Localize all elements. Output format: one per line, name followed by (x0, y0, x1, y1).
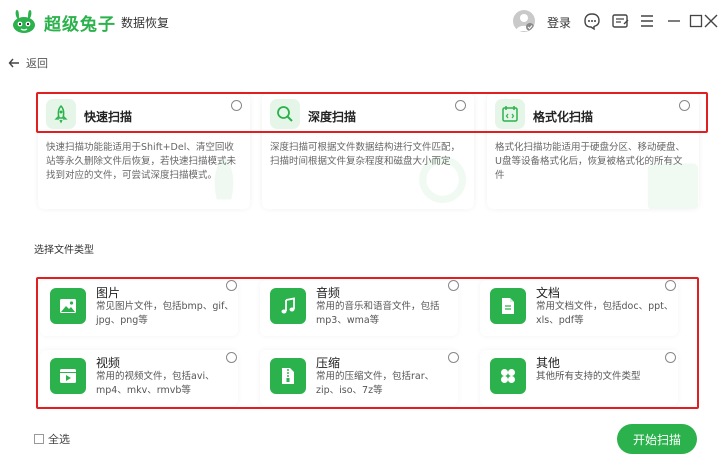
minimize-icon[interactable] (664, 11, 684, 31)
close-icon[interactable] (701, 11, 720, 31)
image-icon (50, 288, 86, 324)
file-type-description: 常用的压缩文件，包括rar、zip、iso、7z等 (316, 371, 435, 396)
file-type-title: 图片 (96, 286, 121, 300)
file-type-card-archive[interactable]: 压缩 常用的压缩文件，包括rar、zip、iso、7z等 (260, 350, 459, 406)
app-brand: 超级兔子 (44, 15, 116, 35)
file-type-radio-video[interactable] (226, 352, 237, 363)
back-label: 返回 (26, 57, 48, 70)
support-chat-icon[interactable] (582, 11, 602, 31)
file-type-card-video[interactable]: 视频 常用的视频文件，包括avi、mp4、mkv、rmvb等 (40, 350, 238, 406)
select-all-checkbox[interactable]: 全选 (34, 431, 70, 447)
login-link[interactable]: 登录 (547, 14, 571, 31)
four-leaf-icon (490, 358, 526, 394)
app-subtitle: 数据恢复 (121, 16, 170, 30)
feedback-icon[interactable] (610, 11, 630, 31)
select-all-label: 全选 (48, 433, 70, 446)
scan-mode-title: 格式化扫描 (533, 110, 594, 124)
file-type-radio-image[interactable] (226, 280, 237, 291)
user-avatar-icon[interactable] (513, 10, 535, 32)
file-type-card-other[interactable]: 其他 其他所有支持的文件类型 (480, 350, 678, 406)
magnifier-icon (270, 99, 300, 129)
menu-icon[interactable] (637, 11, 657, 31)
file-type-title: 文档 (536, 286, 561, 300)
scan-mode-radio-format[interactable] (679, 100, 690, 111)
file-type-radio-other[interactable] (665, 352, 676, 363)
title-bar: 超级兔子 数据恢复 登录 (0, 0, 720, 42)
file-type-radio-audio[interactable] (448, 280, 459, 291)
document-icon (490, 288, 526, 324)
arrow-left-icon (8, 58, 19, 68)
magnifier-watermark-icon (419, 156, 466, 203)
start-scan-button[interactable]: 开始扫描 (617, 424, 697, 454)
scan-mode-card-format[interactable]: 格式化扫描 格式化扫描功能适用于硬盘分区、移动硬盘、U盘等设备格式化后，恢复被格… (487, 93, 699, 209)
music-note-icon (270, 288, 306, 324)
file-type-description: 常见图片文件，包括bmp、gif、jpg、png等 (96, 301, 234, 326)
video-icon (50, 358, 86, 394)
zip-icon (270, 358, 306, 394)
file-type-radio-archive[interactable] (448, 352, 459, 363)
scan-mode-radio-quick[interactable] (231, 100, 242, 111)
file-type-description: 其他所有支持的文件类型 (536, 371, 641, 382)
file-type-title: 其他 (536, 356, 561, 370)
rabbit-logo-icon (13, 10, 35, 33)
file-type-description: 常用的音乐和语音文件，包括mp3、wma等 (316, 301, 440, 326)
code-calendar-icon (495, 99, 525, 129)
file-type-description: 常用文档文件，包括doc、ppt、xls、pdf等 (536, 301, 674, 326)
file-type-radio-document[interactable] (665, 280, 676, 291)
file-type-description: 常用的视频文件，包括avi、mp4、mkv、rmvb等 (96, 371, 215, 396)
file-type-section-label: 选择文件类型 (34, 245, 94, 256)
checkbox-box[interactable] (34, 434, 44, 444)
rocket-icon (46, 99, 76, 129)
rocket-watermark-icon (214, 156, 234, 200)
file-type-title: 音频 (316, 286, 341, 300)
scan-mode-radio-deep[interactable] (455, 100, 466, 111)
scan-mode-card-deep[interactable]: 深度扫描 深度扫描可根据文件数据结构进行文件匹配，扫描时间根据文件复杂程度和磁盘… (262, 93, 474, 209)
file-type-title: 视频 (96, 356, 121, 370)
scan-mode-title: 快速扫描 (84, 110, 133, 124)
scan-mode-title: 深度扫描 (308, 110, 357, 124)
back-link[interactable]: 返回 (8, 55, 48, 71)
file-type-card-image[interactable]: 图片 常见图片文件，包括bmp、gif、jpg、png等 (40, 280, 238, 336)
file-type-card-audio[interactable]: 音频 常用的音乐和语音文件，包括mp3、wma等 (260, 280, 459, 336)
file-type-title: 压缩 (316, 356, 341, 370)
file-type-card-document[interactable]: 文档 常用文档文件，包括doc、ppt、xls、pdf等 (480, 280, 678, 336)
scan-mode-card-quick[interactable]: 快速扫描 快速扫描功能能适用于Shift+Del、清空回收站等永久删除文件后恢复… (38, 93, 250, 209)
calendar-watermark-icon (647, 163, 699, 209)
